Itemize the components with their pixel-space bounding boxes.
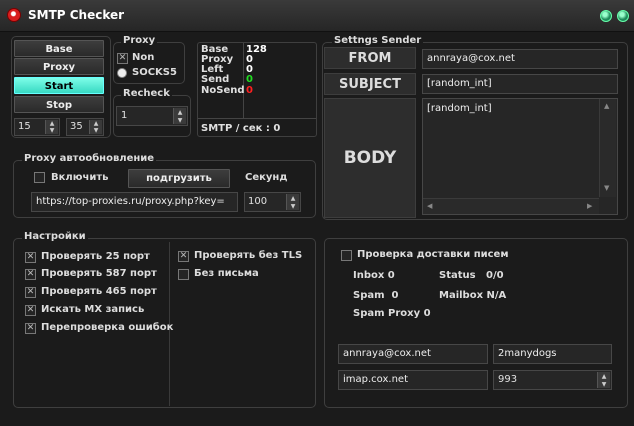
no-letter-label: Без письма (194, 268, 259, 279)
recheck-label: Recheck (121, 88, 172, 99)
imap-server-input[interactable]: imap.cox.net (338, 370, 488, 390)
proxy-update-label: Proxy автообновление (22, 153, 157, 164)
stepper-arrows-icon[interactable]: ▲ ▼ (89, 120, 102, 134)
stepper-arrows-icon[interactable]: ▲ ▼ (45, 120, 58, 134)
threads-stepper-1[interactable]: 15 ▲ ▼ (14, 118, 60, 136)
check-port-465-box[interactable]: ✕ (25, 287, 36, 298)
settings-label: Настройки (22, 231, 88, 242)
no-tls-box[interactable]: ✕ (178, 251, 189, 262)
stepper-arrows-icon[interactable]: ▲ ▼ (173, 108, 186, 124)
close-icon[interactable] (617, 10, 629, 22)
window-title: SMTP Checker (28, 8, 125, 22)
threads-stepper-2[interactable]: 35 ▲ ▼ (66, 118, 104, 136)
spam-count: Spam 0 (353, 290, 399, 301)
check-port-465-label: Проверять 465 порт (41, 286, 157, 297)
body-text: [random_int] (427, 103, 492, 114)
subject-label: SUBJECT (324, 73, 416, 95)
scroll-down-icon[interactable]: ▼ (604, 184, 609, 192)
proxy-url-input[interactable]: https://top-proxies.ru/proxy.php?key= (31, 192, 238, 212)
subject-input[interactable]: [random_int] (422, 74, 618, 94)
seconds-label: Секунд (245, 172, 288, 183)
stat-label-send: Send (201, 74, 230, 85)
check-port-25-box[interactable]: ✕ (25, 252, 36, 263)
stepper-arrows-icon[interactable]: ▲ ▼ (286, 194, 299, 210)
sender-group-label: Settngs Sender (332, 35, 424, 46)
no-letter-box[interactable] (178, 269, 189, 280)
threads-value-2: 35 (70, 121, 83, 132)
no-tls-label: Проверять без TLS (194, 250, 303, 261)
recheck-errors-label: Перепроверка ошибок (41, 322, 174, 333)
socks5-label: SOCKS5 (132, 67, 177, 78)
check-port-587-label: Проверять 587 порт (41, 268, 157, 279)
proxy-non-label: Non (132, 52, 155, 63)
seconds-value: 100 (248, 196, 268, 207)
smtp-speed-label: SMTP / сек : 0 (201, 123, 281, 134)
base-button[interactable]: Base (14, 40, 104, 57)
recheck-errors-box[interactable]: ✕ (25, 323, 36, 334)
mailbox-status: Mailbox N/A (439, 290, 507, 301)
inbox-count: Inbox 0 (353, 270, 395, 281)
status-count: Status 0/0 (439, 270, 504, 281)
body-vertical-scrollbar[interactable]: ▲ ▼ (599, 99, 616, 197)
stat-value-nosend: 0 (246, 85, 253, 96)
enable-autoupdate-label: Включить (51, 172, 109, 183)
recheck-value: 1 (121, 110, 128, 121)
imap-port-value: 993 (498, 374, 518, 385)
from-label: FROM (324, 47, 416, 69)
spam-proxy-count: Spam Proxy 0 (353, 308, 431, 319)
app-logo-icon (7, 8, 21, 22)
stepper-arrows-icon[interactable]: ▲ ▼ (597, 372, 610, 388)
threads-value-1: 15 (18, 121, 31, 132)
from-input[interactable]: annraya@cox.net (422, 49, 618, 69)
delivery-check-label: Проверка доставки писем (357, 249, 509, 260)
stats-divider-horizontal (198, 118, 316, 119)
proxy-non-check[interactable]: ✕ (117, 53, 128, 64)
seconds-stepper[interactable]: 100 ▲ ▼ (244, 192, 301, 212)
scroll-left-icon[interactable]: ◀ (427, 202, 432, 210)
stop-button[interactable]: Stop (14, 96, 104, 113)
imap-port-stepper[interactable]: 993 ▲ ▼ (493, 370, 612, 390)
delivery-email-input[interactable]: annraya@cox.net (338, 344, 488, 364)
search-mx-box[interactable]: ✕ (25, 305, 36, 316)
scroll-right-icon[interactable]: ▶ (587, 202, 592, 210)
delivery-check-box[interactable] (341, 250, 352, 261)
stat-value-send: 0 (246, 74, 253, 85)
enable-autoupdate-check[interactable] (34, 172, 45, 183)
check-port-587-box[interactable]: ✕ (25, 269, 36, 280)
socks5-radio[interactable] (117, 68, 127, 78)
minimize-icon[interactable] (600, 10, 612, 22)
proxy-group-label: Proxy (121, 35, 158, 46)
proxy-button[interactable]: Proxy (14, 58, 104, 75)
body-label: BODY (324, 98, 416, 218)
stats-divider (243, 43, 244, 118)
recheck-stepper[interactable]: 1 ▲ ▼ (116, 106, 188, 126)
search-mx-label: Искать MX запись (41, 304, 145, 315)
check-port-25-label: Проверять 25 порт (41, 251, 150, 262)
scroll-up-icon[interactable]: ▲ (604, 102, 609, 110)
load-proxy-button[interactable]: подгрузить (128, 169, 230, 188)
stat-label-nosend: NoSend (201, 85, 245, 96)
delivery-password-input[interactable]: 2manydogs (493, 344, 612, 364)
body-horizontal-scrollbar[interactable]: ◀ ▶ (423, 198, 599, 214)
start-button[interactable]: Start (14, 77, 104, 94)
